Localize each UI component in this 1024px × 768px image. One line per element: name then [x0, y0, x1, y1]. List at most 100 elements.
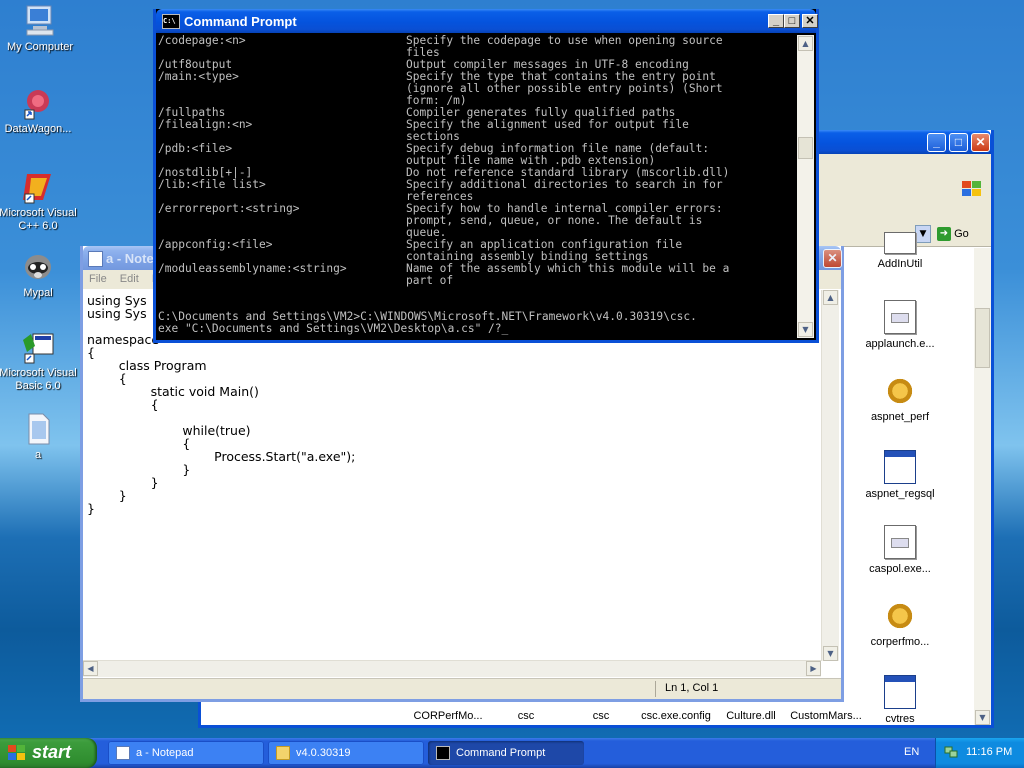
file-label: aspnet_perf [870, 411, 930, 423]
desktop-icon-label: My Computer [6, 41, 74, 53]
start-button[interactable]: start [0, 738, 97, 768]
cmd-option-name: /appconfig:<file> [158, 238, 273, 251]
desktop-icon-label: Microsoft Visual C++ 6.0 [0, 207, 77, 232]
desktop-icon-label: Microsoft Visual Basic 6.0 [0, 367, 77, 392]
file-item[interactable]: applaunch.e... [855, 300, 945, 350]
cmd-title-bar[interactable]: C:\ Command Prompt _ □ ✕ [156, 9, 818, 33]
file-item[interactable]: aspnet_perf [855, 375, 945, 423]
desktop-icon-visual-cpp[interactable]: Microsoft Visual C++ 6.0 [0, 170, 78, 233]
notepad-text-area[interactable]: using Sys using Sys namespace{ class Progr… [85, 292, 821, 661]
file-item[interactable]: aspnet_regsql [855, 450, 945, 500]
datawagon-icon [21, 86, 55, 120]
notepad-status-bar: Ln 1, Col 1 [83, 678, 841, 699]
cmd-option-name: /moduleassemblyname:<string> [158, 262, 347, 275]
file-icon [21, 412, 55, 446]
file-item[interactable]: CORPerfMo... [403, 710, 493, 722]
system-tray: 11:16 PM [935, 738, 1024, 768]
scroll-down-arrow[interactable]: ▼ [975, 710, 990, 725]
code-line: } [87, 488, 127, 503]
maximize-button[interactable]: □ [784, 14, 800, 28]
file-item[interactable]: CustomMars... [781, 710, 871, 722]
scroll-left-arrow[interactable]: ◀ [83, 661, 98, 676]
scroll-down-arrow[interactable]: ▼ [823, 646, 838, 661]
console-icon: C:\ [162, 14, 180, 29]
assembly-icon [884, 232, 916, 254]
file-label: aspnet_regsql [865, 488, 935, 500]
visual-basic-icon [21, 330, 55, 364]
desktop-icon-mypal[interactable]: Mypal [0, 250, 78, 300]
menu-edit[interactable]: Edit [120, 273, 139, 285]
start-label: start [32, 742, 72, 762]
file-item[interactable]: corperfmo... [855, 600, 945, 648]
cmd-option-description: Name of the assembly which this module w… [406, 262, 730, 275]
file-label: CustomMars... [790, 710, 862, 722]
code-line: Process.Start("a.exe"); [87, 449, 356, 464]
cmd-option-name: /filealign:<n> [158, 118, 253, 131]
desktop-icon-label: DataWagon... [4, 123, 72, 135]
close-button[interactable]: ✕ [823, 249, 842, 268]
cmd-option-name: /errorreport:<string> [158, 202, 300, 215]
notepad-horizontal-scrollbar[interactable]: ◀ ▶ [83, 660, 821, 677]
file-item[interactable]: AddInUtil [855, 232, 945, 270]
folder-icon [276, 746, 290, 760]
code-line: while(true) [87, 423, 251, 438]
application-icon [884, 450, 916, 484]
cursor-position: Ln 1, Col 1 [665, 682, 719, 694]
desktop-icon-a[interactable]: a [0, 412, 78, 462]
scroll-up-arrow[interactable]: ▲ [823, 290, 838, 305]
desktop-icon-datawagon[interactable]: DataWagon... [0, 86, 78, 136]
code-line: { [87, 397, 159, 412]
gear-icon [885, 375, 915, 407]
code-line: } [87, 501, 95, 516]
scroll-down-arrow[interactable]: ▼ [798, 322, 813, 337]
code-line: static void Main() [87, 384, 259, 399]
taskbar: start a - Notepad v4.0.30319 Command Pro… [0, 738, 1024, 768]
cmd-option-description: part of [406, 274, 454, 287]
config-file-icon [884, 300, 916, 334]
desktop-icon-my-computer[interactable]: My Computer [0, 4, 80, 54]
minimize-button[interactable]: _ [927, 133, 946, 152]
file-label: CORPerfMo... [413, 710, 483, 722]
command-prompt-window[interactable]: C:\ Command Prompt _ □ ✕ /codepage:<n> Sp… [153, 9, 819, 343]
desktop-icon-label: Mypal [23, 287, 53, 299]
file-label: AddInUtil [877, 258, 923, 270]
taskbar-item-notepad[interactable]: a - Notepad [108, 741, 264, 765]
network-icon[interactable] [944, 745, 958, 759]
menu-file[interactable]: File [89, 273, 107, 285]
windows-flag-icon [8, 745, 26, 761]
cmd-option-name: /main:<type> [158, 70, 239, 83]
cmd-option-name: /pdb:<file> [158, 142, 233, 155]
desktop-icon-label: a [34, 449, 42, 461]
config-file-icon [884, 525, 916, 559]
minimize-button[interactable]: _ [768, 14, 784, 28]
notepad-vertical-scrollbar[interactable]: ▲ ▼ [821, 290, 839, 661]
close-button[interactable]: ✕ [971, 133, 990, 152]
scroll-thumb[interactable] [798, 137, 813, 159]
console-output[interactable]: /codepage:<n> Specify the codepage to use… [158, 35, 794, 338]
cmd-option-description: Specify the codepage to use when opening… [406, 35, 723, 47]
scroll-thumb[interactable] [975, 308, 990, 368]
close-button[interactable]: ✕ [802, 14, 818, 28]
gear-icon [885, 600, 915, 632]
scroll-right-arrow[interactable]: ▶ [806, 661, 821, 676]
cmd-option-name: /lib:<file list> [158, 178, 266, 191]
maximize-button[interactable]: □ [949, 133, 968, 152]
desktop-icon-visual-basic[interactable]: Microsoft Visual Basic 6.0 [0, 330, 78, 393]
visual-cpp-icon [21, 170, 55, 204]
scroll-up-arrow[interactable]: ▲ [798, 36, 813, 51]
code-line: } [87, 475, 159, 490]
explorer-vertical-scrollbar[interactable]: ▼ [974, 248, 991, 725]
code-line: } [87, 462, 191, 477]
file-item[interactable]: caspol.exe... [855, 525, 945, 575]
taskbar-item-command-prompt[interactable]: Command Prompt [428, 741, 584, 765]
taskbar-item-label: v4.0.30319 [296, 747, 351, 759]
cmd-option-name: /codepage:<n> [158, 35, 246, 47]
code-line: class Program [87, 358, 207, 373]
console-icon [436, 746, 450, 760]
taskbar-item-folder[interactable]: v4.0.30319 [268, 741, 424, 765]
language-indicator[interactable]: EN [904, 746, 919, 758]
cmd-vertical-scrollbar[interactable]: ▲ ▼ [797, 35, 814, 338]
file-label: caspol.exe... [869, 563, 931, 575]
cmd-prompt-line: exe "C:\Documents and Settings\VM2\Deskt… [158, 322, 509, 335]
clock[interactable]: 11:16 PM [966, 746, 1012, 758]
